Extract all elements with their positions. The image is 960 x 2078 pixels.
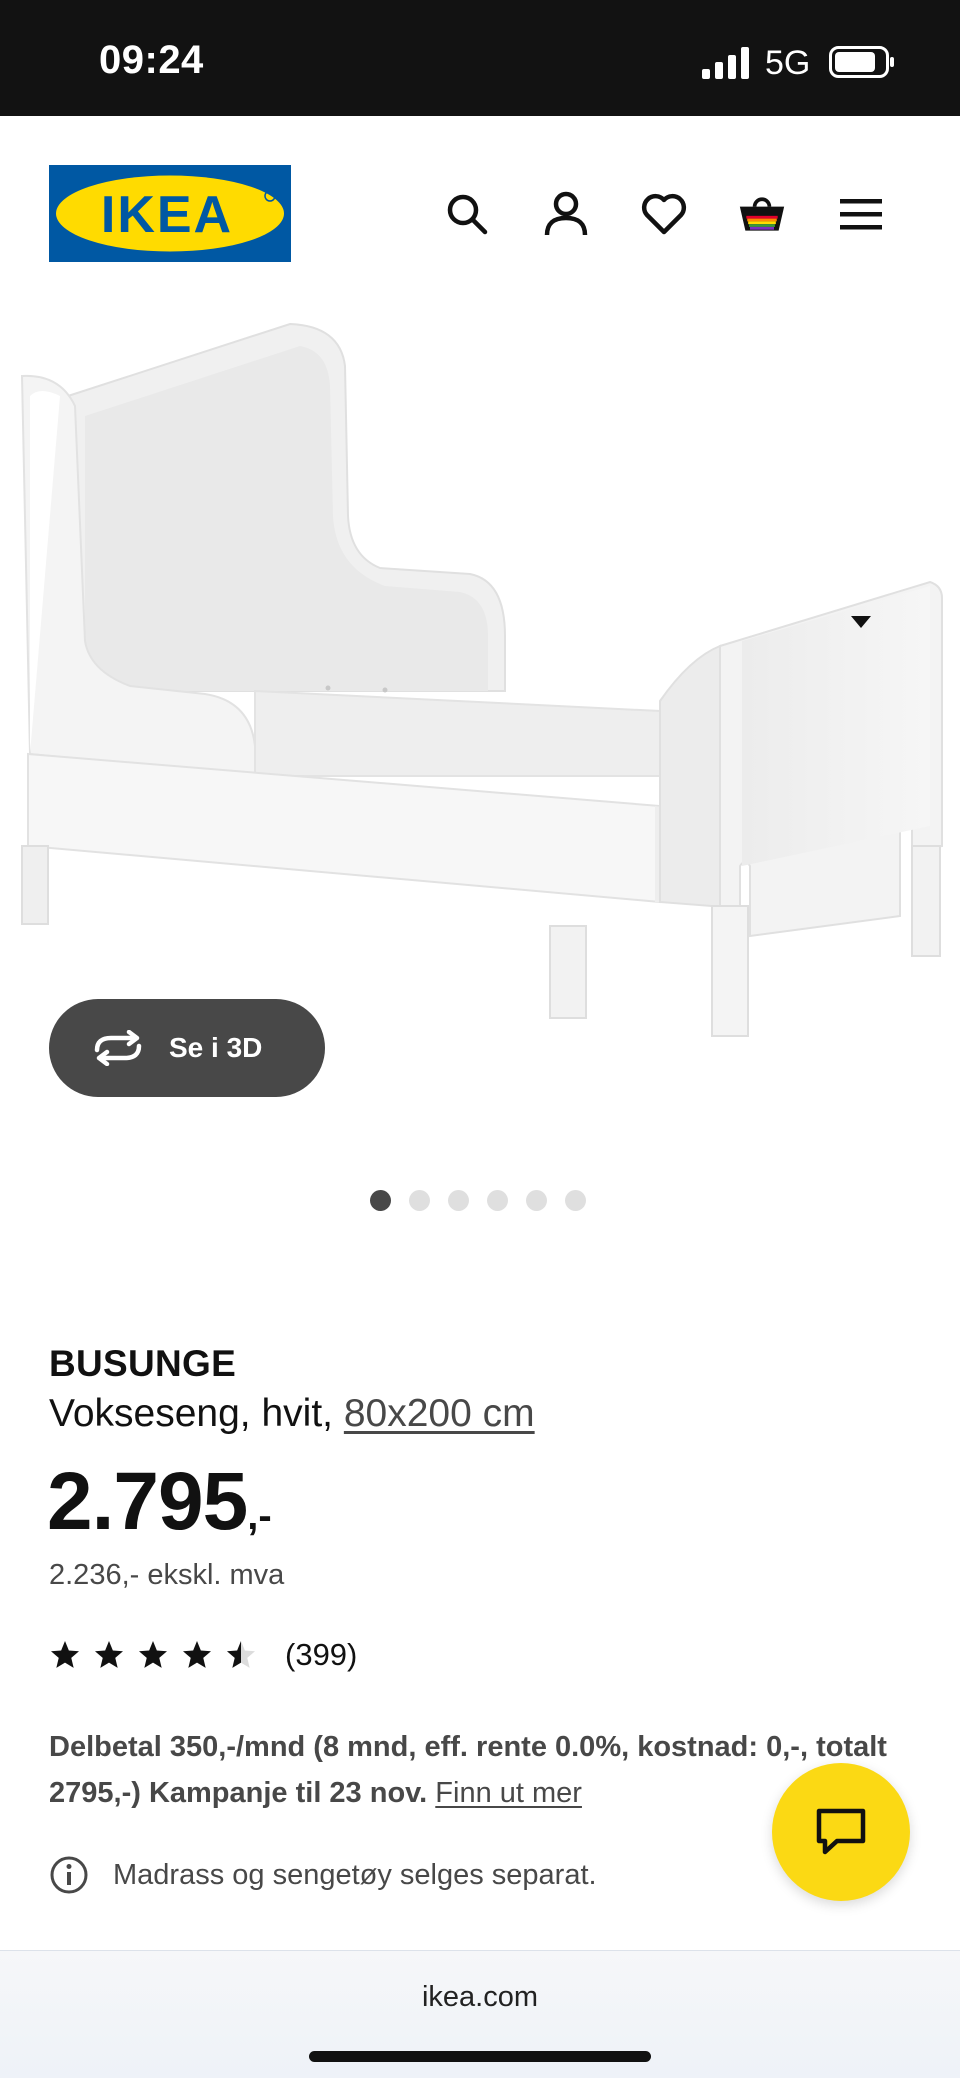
chat-icon <box>816 1808 866 1855</box>
product-description: Vokseseng, hvit, 80x200 cm <box>49 1392 535 1436</box>
product-image[interactable] <box>0 306 960 1066</box>
product-name: BUSUNGE <box>49 1343 237 1384</box>
gallery-pagination <box>370 1190 586 1212</box>
pagination-dot[interactable] <box>487 1190 508 1211</box>
heart-icon[interactable] <box>640 190 688 238</box>
pagination-dot[interactable] <box>370 1190 391 1211</box>
pagination-dot[interactable] <box>526 1190 547 1211</box>
search-icon[interactable] <box>443 190 491 238</box>
pagination-dot[interactable] <box>409 1190 430 1211</box>
product-size-link[interactable]: 80x200 cm <box>344 1392 535 1435</box>
status-bar: 09:24 5G <box>0 0 960 116</box>
price-ex-vat: 2.236,- ekskl. mva <box>49 1559 285 1591</box>
info-icon <box>50 1856 88 1894</box>
star-icon <box>51 1641 79 1668</box>
financing-info: Delbetal 350,-/mnd (8 mnd, eff. rente 0.… <box>49 1724 889 1816</box>
svg-text:IKEA: IKEA <box>101 186 233 244</box>
browser-address-bar: ikea.com <box>0 1950 960 2078</box>
financing-link[interactable]: Finn ut mer <box>435 1777 582 1809</box>
product-rating[interactable]: (399) <box>49 1637 357 1673</box>
battery-icon <box>829 46 894 78</box>
product-gallery[interactable] <box>0 306 960 1066</box>
price-suffix: ,- <box>247 1494 272 1538</box>
home-indicator[interactable] <box>309 2051 651 2062</box>
chat-button[interactable] <box>772 1763 910 1901</box>
rating-count[interactable]: (399) <box>285 1637 357 1673</box>
signal-icon <box>702 47 749 79</box>
product-type: Vokseseng, hvit, <box>49 1392 334 1435</box>
pagination-dot[interactable] <box>448 1190 469 1211</box>
star-icon <box>95 1641 123 1668</box>
site-header: IKEA <box>0 116 960 306</box>
notice-text: Madrass og sengetøy selges separat. <box>113 1858 597 1891</box>
product-price: 2.795,- <box>47 1455 272 1549</box>
view-3d-label: Se i 3D <box>169 1032 263 1063</box>
account-icon[interactable] <box>542 190 590 238</box>
half-star-icon <box>227 1641 255 1668</box>
url-text[interactable]: ikea.com <box>0 1981 960 2014</box>
notice-row: Madrass og sengetøy selges separat. <box>49 1855 597 1895</box>
cart-icon[interactable] <box>738 190 786 238</box>
view-3d-button[interactable]: Se i 3D <box>49 999 325 1097</box>
star-icon <box>183 1641 211 1668</box>
rotate-icon <box>94 1030 142 1066</box>
price-main: 2.795 <box>47 1456 248 1547</box>
pagination-dot[interactable] <box>565 1190 586 1211</box>
menu-icon[interactable] <box>837 190 885 238</box>
status-time: 09:24 <box>99 38 204 82</box>
star-icon <box>139 1641 167 1668</box>
network-label: 5G <box>765 44 811 82</box>
ikea-logo[interactable]: IKEA <box>49 165 291 262</box>
chevron-down-icon[interactable] <box>851 616 871 628</box>
